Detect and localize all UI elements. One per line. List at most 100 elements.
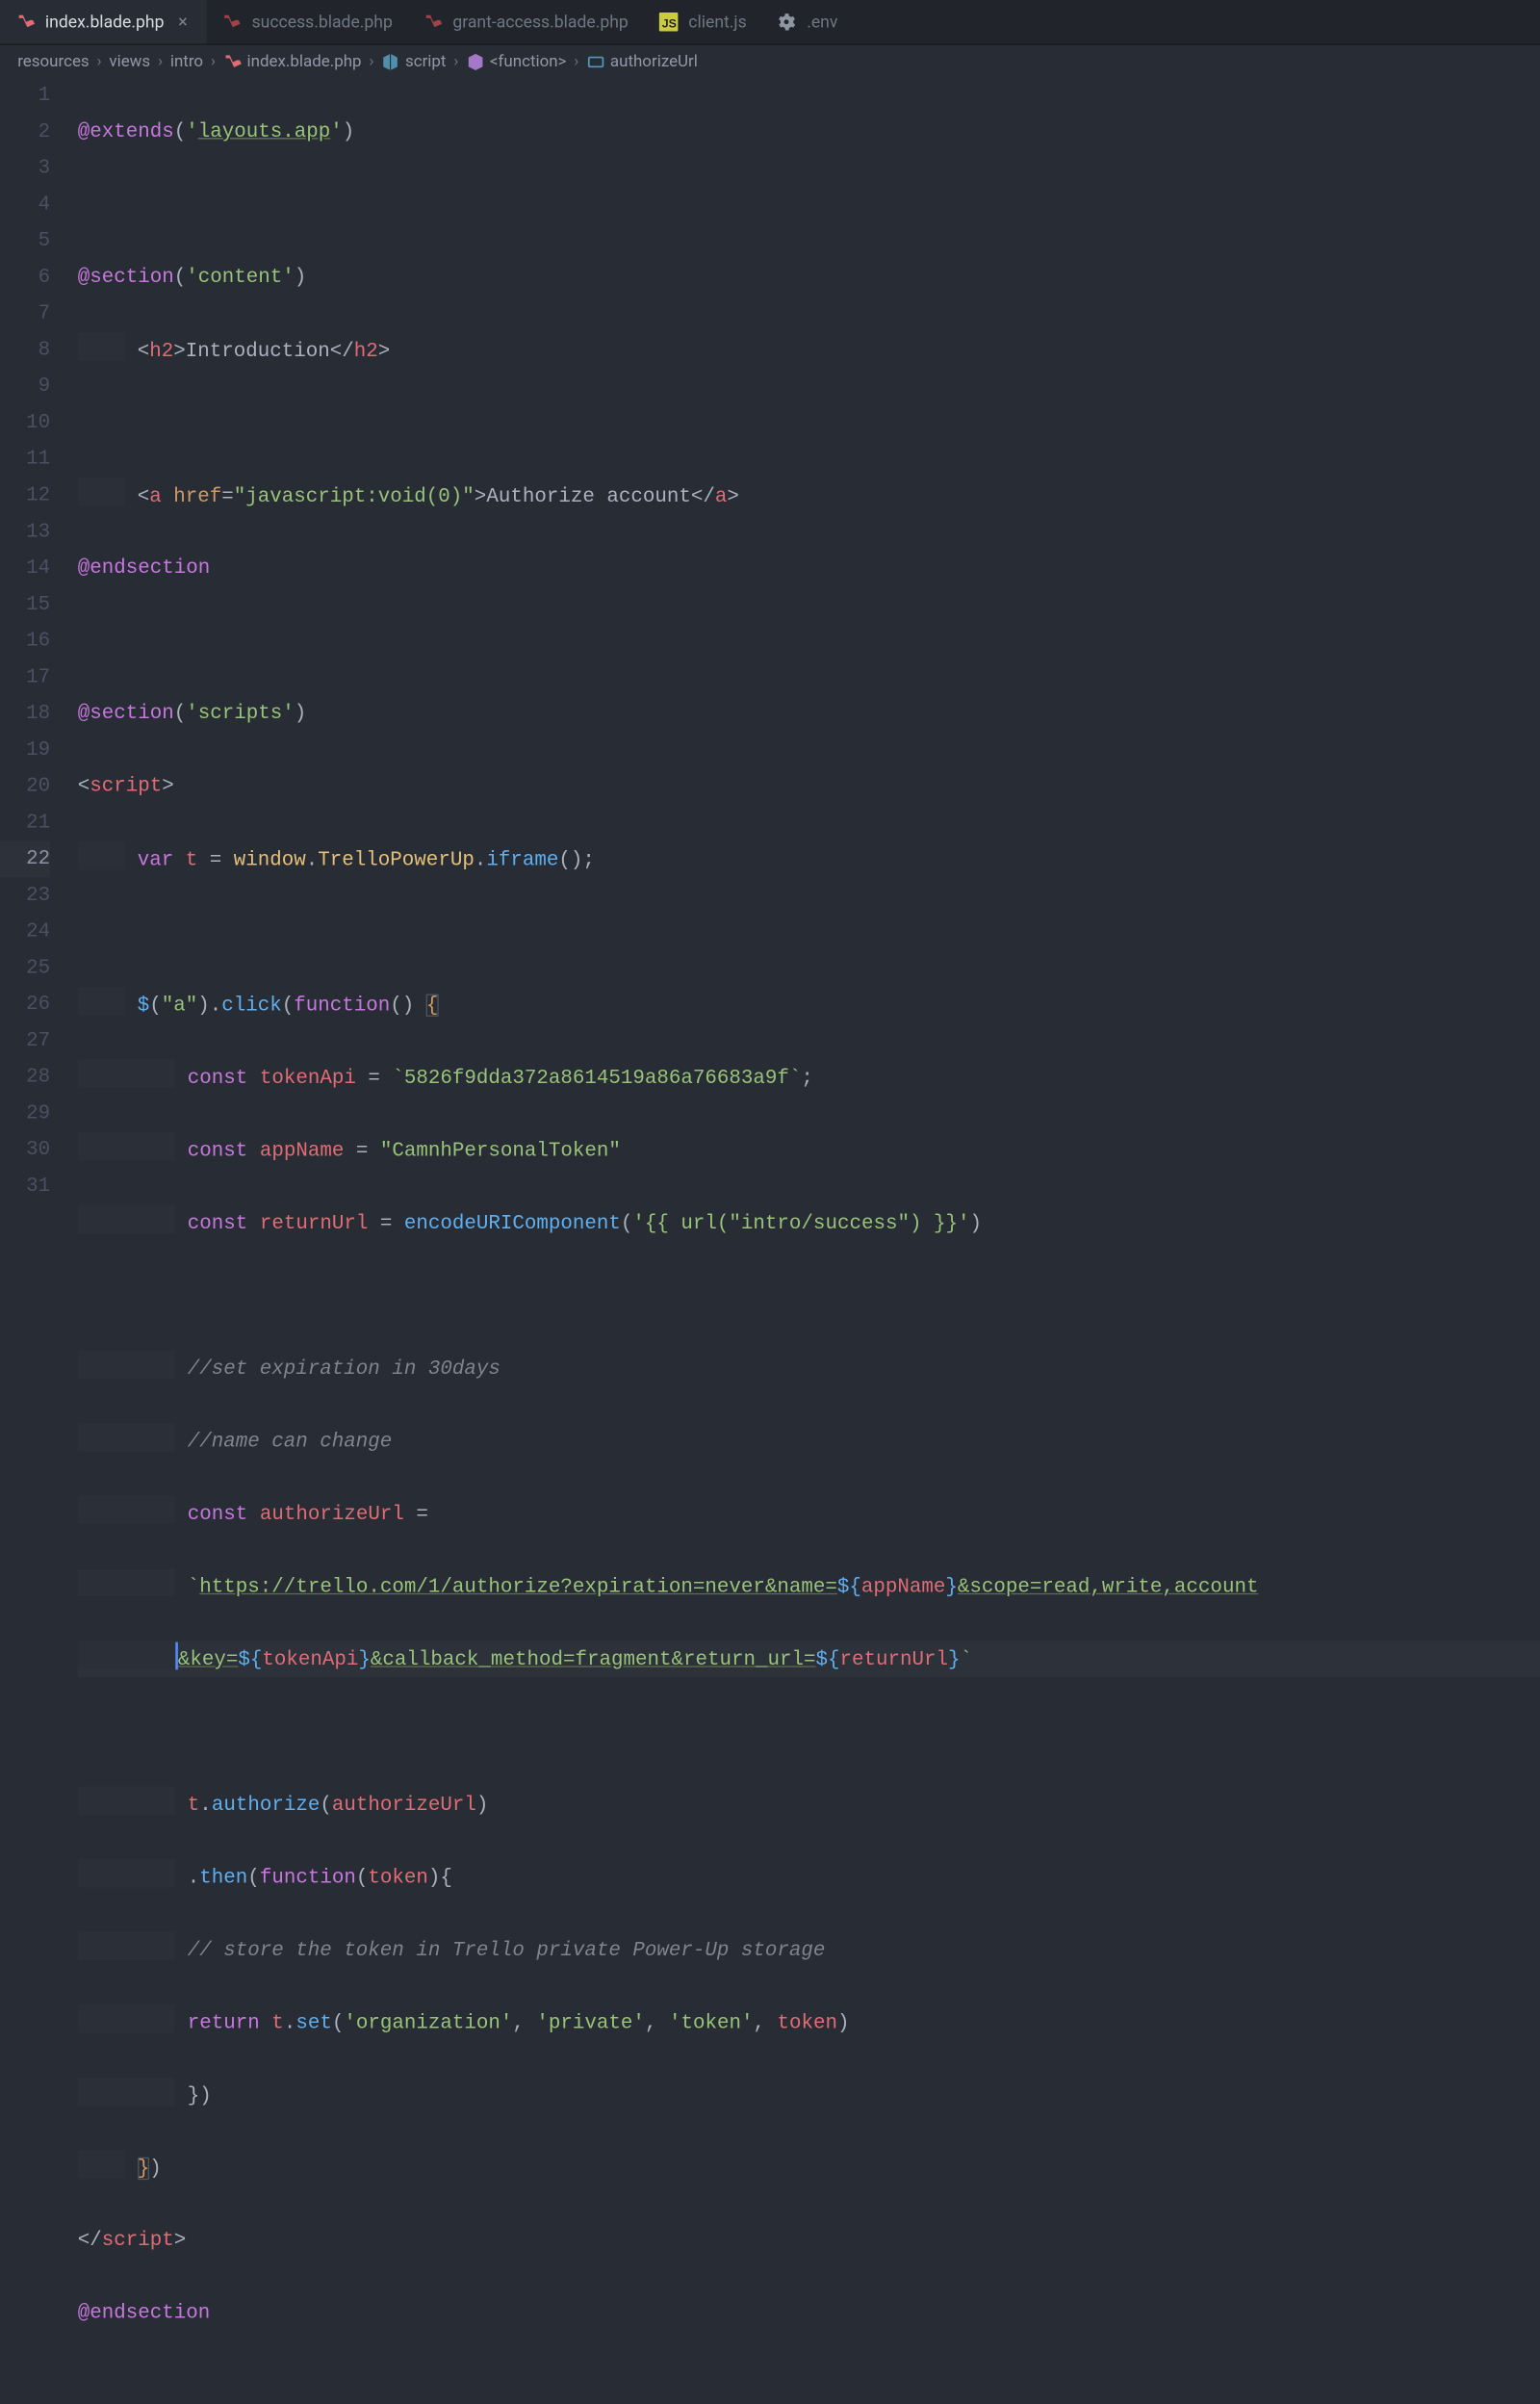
code-line[interactable]: var t = window.TrelloPowerUp.iframe(); <box>78 841 1540 878</box>
tab-label: grant-access.blade.php <box>452 12 628 32</box>
crumb-intro[interactable]: intro <box>170 52 203 71</box>
tab-success-blade[interactable]: success.blade.php <box>207 0 408 44</box>
code-line[interactable]: const returnUrl = encodeURIComponent('{{… <box>78 1204 1540 1241</box>
js-icon: JS <box>658 12 679 32</box>
line-number: 24 <box>0 914 50 950</box>
tab-label: .env <box>807 12 837 32</box>
symbol-variable-icon <box>586 52 605 71</box>
code-line[interactable]: return t.set('organization', 'private', … <box>78 2004 1540 2041</box>
code-line[interactable]: <a href="javascript:void(0)">Authorize a… <box>78 478 1540 514</box>
code-line[interactable]: //set expiration in 30days <box>78 1350 1540 1386</box>
line-number: 10 <box>0 405 50 442</box>
line-number: 4 <box>0 187 50 223</box>
code-line[interactable]: `https://trello.com/1/authorize?expirati… <box>78 1568 1540 1605</box>
tab-client-js[interactable]: JS client.js <box>643 0 761 44</box>
code-line[interactable] <box>78 1714 1540 1750</box>
code-line[interactable] <box>78 405 1540 442</box>
line-number: 31 <box>0 1168 50 1204</box>
code-line[interactable]: </script> <box>78 2222 1540 2259</box>
line-number: 13 <box>0 514 50 551</box>
code-line[interactable]: $("a").click(function() { <box>78 987 1540 1023</box>
tab-grant-access-blade[interactable]: grant-access.blade.php <box>407 0 643 44</box>
code-line[interactable]: <script> <box>78 768 1540 805</box>
line-number: 20 <box>0 768 50 805</box>
crumb-resources[interactable]: resources <box>17 52 89 71</box>
code-line[interactable]: &key=${tokenApi}&callback_method=fragmen… <box>78 1641 1540 1677</box>
code-line[interactable]: @endsection <box>78 551 1540 587</box>
line-number: 22 <box>0 841 50 878</box>
line-number: 18 <box>0 696 50 733</box>
symbol-module-icon <box>381 52 400 71</box>
code-line[interactable]: // store the token in Trello private Pow… <box>78 1931 1540 1968</box>
code-line[interactable]: @section('scripts') <box>78 696 1540 733</box>
line-number: 15 <box>0 586 50 623</box>
line-number: 19 <box>0 732 50 768</box>
line-number: 2 <box>0 114 50 150</box>
line-number: 16 <box>0 623 50 659</box>
code-line[interactable]: const authorizeUrl = <box>78 1495 1540 1532</box>
crumb-function[interactable]: <function> <box>490 52 567 71</box>
line-number: 1 <box>0 78 50 115</box>
chevron-right-icon: › <box>451 52 461 71</box>
line-number: 27 <box>0 1022 50 1059</box>
line-number: 11 <box>0 441 50 478</box>
line-number: 23 <box>0 877 50 914</box>
crumb-views[interactable]: views <box>109 52 150 71</box>
code-line[interactable]: }) <box>78 2150 1540 2186</box>
laravel-icon <box>221 12 242 32</box>
tab-label: index.blade.php <box>45 12 165 32</box>
close-icon[interactable]: × <box>174 12 192 32</box>
line-number-gutter: 1 2 3 4 5 6 7 8 9 10 11 12 13 14 15 16 1… <box>0 78 78 2404</box>
line-number: 8 <box>0 332 50 369</box>
tab-label: client.js <box>688 12 746 32</box>
code-line[interactable]: @section('content') <box>78 260 1540 297</box>
laravel-icon <box>223 52 243 71</box>
code-line[interactable]: @endsection <box>78 2295 1540 2332</box>
chevron-right-icon: › <box>367 52 376 71</box>
chevron-right-icon: › <box>208 52 218 71</box>
tab-index-blade[interactable]: index.blade.php × <box>0 0 207 44</box>
tab-env[interactable]: .env <box>761 0 853 44</box>
line-number: 17 <box>0 659 50 696</box>
line-number: 21 <box>0 805 50 841</box>
code-line[interactable]: const appName = "CamnhPersonalToken" <box>78 1132 1540 1169</box>
crumb-file[interactable]: index.blade.php <box>247 52 362 71</box>
line-number: 9 <box>0 369 50 405</box>
line-number: 14 <box>0 551 50 587</box>
line-number: 26 <box>0 987 50 1023</box>
code-line[interactable] <box>78 623 1540 659</box>
code-line[interactable]: .then(function(token){ <box>78 1859 1540 1896</box>
code-line[interactable]: const tokenApi = `5826f9dda372a8614519a8… <box>78 1059 1540 1096</box>
gear-icon <box>777 12 797 32</box>
chevron-right-icon: › <box>94 52 104 71</box>
line-number: 12 <box>0 478 50 514</box>
code-line[interactable] <box>78 1278 1540 1314</box>
line-number: 25 <box>0 950 50 987</box>
line-number: 5 <box>0 223 50 260</box>
code-line[interactable] <box>78 187 1540 223</box>
code-line[interactable]: }) <box>78 2077 1540 2113</box>
line-number: 29 <box>0 1096 50 1132</box>
line-number: 28 <box>0 1059 50 1096</box>
chevron-right-icon: › <box>155 52 165 71</box>
code-line[interactable] <box>78 914 1540 950</box>
laravel-icon <box>15 12 36 32</box>
symbol-function-icon <box>466 52 485 71</box>
crumb-script[interactable]: script <box>405 52 446 71</box>
code-editor[interactable]: 1 2 3 4 5 6 7 8 9 10 11 12 13 14 15 16 1… <box>0 78 1540 2404</box>
laravel-icon <box>423 12 443 32</box>
code-area[interactable]: @extends('layouts.app') @section('conten… <box>78 78 1540 2404</box>
crumb-authorizeurl[interactable]: authorizeUrl <box>610 52 698 71</box>
line-number: 3 <box>0 150 50 187</box>
code-line[interactable]: @extends('layouts.app') <box>78 114 1540 150</box>
code-line[interactable]: t.authorize(authorizeUrl) <box>78 1786 1540 1822</box>
tab-bar: index.blade.php × success.blade.php gran… <box>0 0 1540 45</box>
line-number: 30 <box>0 1132 50 1169</box>
code-line[interactable]: //name can change <box>78 1423 1540 1460</box>
code-line[interactable]: <h2>Introduction</h2> <box>78 332 1540 369</box>
line-number: 7 <box>0 296 50 332</box>
breadcrumb: resources › views › intro › index.blade.… <box>0 45 1540 78</box>
chevron-right-icon: › <box>572 52 581 71</box>
line-number: 6 <box>0 260 50 297</box>
tab-label: success.blade.php <box>252 12 393 32</box>
